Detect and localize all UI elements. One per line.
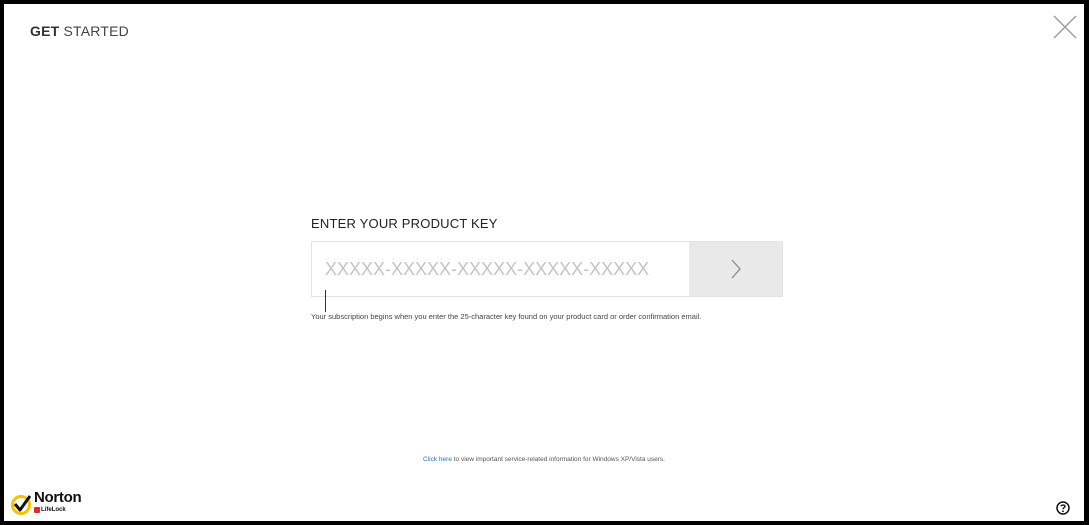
close-button[interactable] [1052, 14, 1078, 40]
help-button[interactable] [1056, 501, 1070, 515]
product-key-label: ENTER YOUR PRODUCT KEY [311, 216, 498, 231]
product-key-panel: ENTER YOUR PRODUCT KEY Your subscription… [311, 216, 783, 323]
title-bold: GET [30, 23, 60, 39]
get-started-window: GET STARTED ENTER YOUR PRODUCT KEY Your … [4, 4, 1084, 521]
text-caret [325, 290, 326, 312]
help-icon [1056, 501, 1070, 515]
norton-logo: Norton LifeLock [10, 489, 82, 516]
chevron-right-icon [731, 259, 741, 279]
xp-vista-note-text: to view important service-related inform… [451, 456, 665, 463]
logo-sub: LifeLock [41, 507, 66, 513]
click-here-link[interactable]: Click here [423, 456, 452, 463]
logo-name: Norton [34, 489, 82, 506]
title-rest: STARTED [63, 23, 129, 39]
close-icon [1053, 15, 1077, 39]
xp-vista-note: Click here to view important service-rel… [4, 456, 1084, 463]
product-key-input[interactable] [312, 242, 689, 296]
window-title: GET STARTED [30, 23, 129, 39]
lifelock-mark-icon [34, 507, 40, 513]
norton-checkmark-icon [11, 495, 32, 515]
product-key-row [311, 241, 783, 312]
product-key-help-text: Your subscription begins when you enter … [311, 312, 702, 321]
submit-key-button[interactable] [689, 242, 782, 296]
